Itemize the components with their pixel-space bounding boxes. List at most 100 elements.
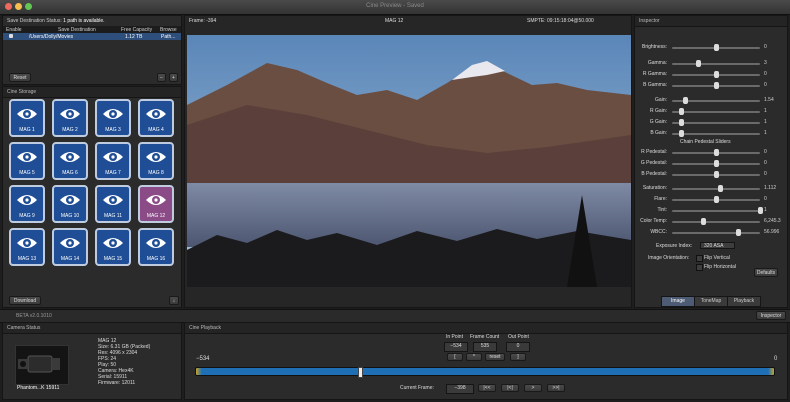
- mag-button-6[interactable]: MAG 6: [52, 142, 88, 180]
- slider-track[interactable]: [672, 71, 760, 78]
- slider-label: Saturation:: [642, 185, 667, 191]
- timeline-bar[interactable]: [195, 367, 775, 378]
- out-point-field[interactable]: 0: [506, 342, 530, 352]
- slider-track[interactable]: [672, 60, 760, 67]
- window-title: Cine Preview - Saved: [366, 3, 424, 9]
- set-in-point-button[interactable]: [: [447, 353, 463, 361]
- eye-icon: [60, 109, 80, 119]
- slider-knob[interactable]: [714, 44, 719, 51]
- slider-knob[interactable]: [714, 82, 719, 89]
- exposure-index-select[interactable]: 320 ASA: [700, 242, 735, 249]
- tab-image[interactable]: Image: [661, 296, 695, 307]
- current-frame-field[interactable]: −398: [446, 384, 474, 394]
- slider-value: 0: [764, 160, 767, 166]
- slider-label: Color Temp:: [640, 218, 667, 224]
- slider-knob[interactable]: [696, 60, 702, 67]
- tab-tonemap[interactable]: ToneMap: [694, 296, 728, 307]
- slider-track[interactable]: [672, 160, 760, 167]
- mag-button-7[interactable]: MAG 7: [95, 142, 131, 180]
- slider-track[interactable]: [672, 44, 760, 51]
- slider-knob[interactable]: [678, 108, 684, 115]
- destination-row[interactable]: /Users/Dolly/Movies 1.12 TB Path...: [3, 33, 181, 40]
- slider-knob[interactable]: [678, 119, 684, 126]
- mag-button-15[interactable]: MAG 15: [95, 228, 131, 266]
- mag-button-13[interactable]: MAG 13: [9, 228, 45, 266]
- mag-button-10[interactable]: MAG 10: [52, 185, 88, 223]
- mag-button-14[interactable]: MAG 14: [52, 228, 88, 266]
- slider-track[interactable]: [672, 218, 760, 225]
- slider-track[interactable]: [672, 82, 760, 89]
- slider-track[interactable]: [672, 207, 763, 214]
- slider-knob[interactable]: [736, 229, 741, 236]
- exposure-index-label: Exposure Index:: [656, 243, 693, 249]
- slider-label: B Gamma:: [643, 82, 667, 88]
- mag-button-3[interactable]: MAG 3: [95, 99, 131, 137]
- remove-destination-button[interactable]: −: [157, 73, 166, 82]
- slider-knob[interactable]: [683, 97, 689, 104]
- playhead-handle[interactable]: [357, 367, 363, 378]
- defaults-button[interactable]: Defaults: [754, 268, 778, 277]
- slider-row: R Gamma: 0: [640, 71, 776, 79]
- slider-track[interactable]: [672, 130, 760, 137]
- mag-button-5[interactable]: MAG 5: [9, 142, 45, 180]
- slider-track[interactable]: [672, 185, 760, 192]
- mag-button-11[interactable]: MAG 11: [95, 185, 131, 223]
- slider-row: Brightness: 0: [640, 44, 776, 52]
- frame-count-field[interactable]: 535: [473, 342, 497, 352]
- download-button[interactable]: Download: [9, 296, 41, 305]
- slider-track[interactable]: [672, 229, 760, 236]
- mag-button-8[interactable]: MAG 8: [138, 142, 174, 180]
- slider-row: B Gamma: 0: [640, 82, 776, 90]
- in-point-label: In Point: [446, 334, 463, 340]
- flip-horizontal-checkbox[interactable]: [696, 264, 703, 271]
- slider-track[interactable]: [672, 97, 760, 104]
- mag-button-12[interactable]: MAG 12: [138, 185, 174, 223]
- eye-icon: [103, 238, 123, 248]
- slider-knob[interactable]: [718, 185, 724, 192]
- slider-knob[interactable]: [758, 207, 763, 214]
- slider-track[interactable]: [672, 108, 760, 115]
- status-strip: BETA v2.0.1010 Inspector: [0, 309, 790, 323]
- step-back-button[interactable]: |<|: [501, 384, 519, 392]
- reset-button[interactable]: Reset: [9, 73, 31, 82]
- slider-knob[interactable]: [714, 196, 719, 203]
- mag-button-1[interactable]: MAG 1: [9, 99, 45, 137]
- mag-button-16[interactable]: MAG 16: [138, 228, 174, 266]
- slider-value: 56.996: [764, 229, 780, 235]
- slider-value: 0: [764, 71, 767, 77]
- mag-label: MAG 2: [62, 127, 78, 133]
- flip-vertical-checkbox[interactable]: [696, 255, 703, 262]
- add-destination-button[interactable]: +: [169, 73, 178, 82]
- up-button[interactable]: ^: [466, 353, 482, 361]
- reset-range-button[interactable]: reset: [485, 353, 505, 361]
- inspector-toggle-button[interactable]: Inspector: [756, 311, 786, 320]
- skip-to-end-button[interactable]: >>|: [547, 384, 565, 392]
- tab-playback[interactable]: Playback: [727, 296, 761, 307]
- slider-track[interactable]: [672, 196, 760, 203]
- enable-checkbox[interactable]: [9, 34, 13, 38]
- slider-knob[interactable]: [714, 171, 719, 178]
- mag-label: MAG 10: [60, 213, 80, 219]
- slider-knob[interactable]: [714, 71, 719, 78]
- slider-track[interactable]: [672, 119, 760, 126]
- download-arrow-icon[interactable]: ↓: [169, 296, 179, 305]
- slider-track[interactable]: [672, 149, 760, 156]
- slider-knob[interactable]: [714, 160, 719, 167]
- set-out-point-button[interactable]: ]: [510, 353, 526, 361]
- mag-button-4[interactable]: MAG 4: [138, 99, 174, 137]
- play-button[interactable]: >: [524, 384, 542, 392]
- slider-knob[interactable]: [678, 130, 684, 137]
- slider-track[interactable]: [672, 171, 760, 178]
- camera-firmware: Firmware: 12011: [98, 380, 136, 386]
- in-point-field[interactable]: −534: [444, 342, 468, 352]
- mag-label: MAG 9: [19, 213, 35, 219]
- skip-to-start-button[interactable]: |<<: [478, 384, 496, 392]
- slider-knob[interactable]: [700, 218, 706, 225]
- viewer-panel: Frame: -394 MAG 12 SMPTE: 09:15:18:04@50…: [184, 15, 632, 308]
- camera-image: [15, 345, 69, 385]
- mag-button-9[interactable]: MAG 9: [9, 185, 45, 223]
- slider-knob[interactable]: [714, 149, 719, 156]
- browse-button[interactable]: Path...: [161, 34, 175, 40]
- mag-button-2[interactable]: MAG 2: [52, 99, 88, 137]
- inspector-header: Inspector: [635, 16, 787, 27]
